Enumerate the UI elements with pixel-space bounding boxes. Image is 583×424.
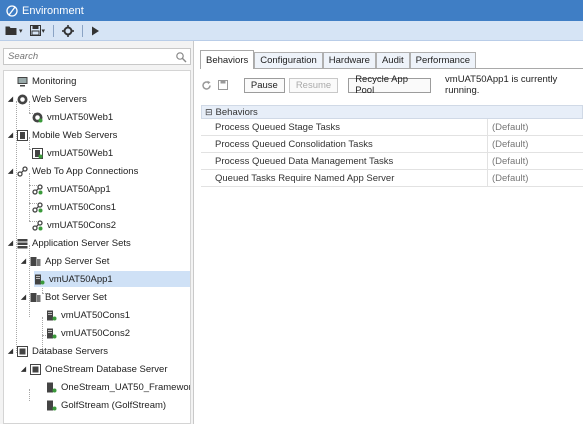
- tree-item-server-vmuat50cons2[interactable]: vmUAT50Cons2: [46, 325, 130, 341]
- search-input[interactable]: [8, 51, 168, 62]
- expand-arrow-icon[interactable]: ◢: [6, 167, 15, 175]
- expand-arrow-icon[interactable]: ◢: [19, 293, 28, 301]
- tree-item-server-vmuat50cons1[interactable]: vmUAT50Cons1: [46, 307, 130, 323]
- tree-item-onestream-database-server[interactable]: ◢ OneStream Database Server: [19, 361, 168, 377]
- tree-item-database-servers[interactable]: ◢ Database Servers: [6, 343, 108, 359]
- tree-item-app-server-set[interactable]: ◢ App Server Set: [19, 253, 110, 269]
- web-server-icon: [17, 94, 28, 104]
- link-icon: [32, 201, 43, 213]
- app-server-icon: [35, 274, 45, 284]
- chevron-down-icon: ▾: [41, 27, 46, 35]
- tree-item-mobile-vmuat50web1[interactable]: vmUAT50Web1: [32, 145, 113, 161]
- tree-item-mobile-web-servers[interactable]: ◢ Mobile Web Servers: [6, 127, 117, 143]
- db-item-icon: [47, 400, 57, 410]
- property-value[interactable]: (Default): [488, 139, 528, 150]
- app-server-icon: [47, 328, 57, 338]
- db-item-icon: [47, 382, 57, 392]
- pause-button[interactable]: Pause: [243, 77, 285, 93]
- status-text: vmUAT50App1 is currently running.: [445, 74, 558, 96]
- tab-strip: Behaviors Configuration Hardware Audit P…: [200, 49, 583, 69]
- expand-arrow-icon[interactable]: ◢: [19, 365, 28, 373]
- tree-item-conn-vmuat50cons2[interactable]: vmUAT50Cons2: [32, 217, 116, 233]
- mobile-icon: [17, 129, 28, 141]
- property-row[interactable]: Queued Tasks Require Named App Server (D…: [201, 170, 583, 187]
- toolbar: ▾ ▾: [0, 21, 583, 41]
- tree-item-conn-vmuat50app1[interactable]: vmUAT50App1: [32, 181, 111, 197]
- property-value[interactable]: (Default): [488, 173, 528, 184]
- tree-item-web-to-app-connections[interactable]: ◢ Web To App Connections: [6, 163, 139, 179]
- property-grid: ⊟ Behaviors Process Queued Stage Tasks (…: [201, 105, 583, 187]
- tree-item-bot-server-set[interactable]: ◢ Bot Server Set: [19, 289, 107, 305]
- chevron-down-icon: ▾: [19, 27, 23, 35]
- tree-item-application-server-sets[interactable]: ◢ Application Server Sets: [6, 235, 131, 251]
- web-server-icon: [32, 112, 43, 122]
- refresh-button[interactable]: [200, 78, 213, 92]
- tree-item-server-vmuat50app1[interactable]: vmUAT50App1: [34, 271, 190, 287]
- environment-tree: Monitoring ◢ Web Servers vmUAT50Web1 ◢ M…: [3, 70, 191, 424]
- property-name: Process Queued Data Management Tasks: [201, 153, 488, 169]
- save-changes-button[interactable]: [217, 78, 230, 92]
- monitor-icon: [17, 76, 28, 86]
- play-icon: [92, 26, 100, 35]
- server-set-icon: [30, 256, 41, 266]
- expand-arrow-icon[interactable]: ◢: [6, 131, 15, 139]
- database-icon: [30, 363, 41, 375]
- property-name: Queued Tasks Require Named App Server: [201, 170, 488, 186]
- resume-button[interactable]: Resume: [288, 77, 339, 93]
- property-value[interactable]: (Default): [488, 156, 528, 167]
- mobile-icon: [32, 147, 43, 159]
- property-name: Process Queued Consolidation Tasks: [201, 136, 488, 152]
- property-row[interactable]: Process Queued Stage Tasks (Default): [201, 119, 583, 136]
- tab-hardware[interactable]: Hardware: [322, 52, 376, 68]
- recycle-app-pool-button[interactable]: Recycle App Pool: [348, 74, 432, 96]
- property-name: Process Queued Stage Tasks: [201, 119, 488, 135]
- settings-button[interactable]: [60, 23, 76, 39]
- title-bar: Environment: [0, 0, 583, 21]
- property-group-label: Behaviors: [215, 106, 258, 118]
- tree-item-web-servers[interactable]: ◢ Web Servers: [6, 91, 87, 107]
- server-set-icon: [30, 292, 41, 302]
- tab-audit[interactable]: Audit: [375, 52, 410, 68]
- play-button[interactable]: [89, 23, 102, 39]
- search-icon[interactable]: [175, 51, 187, 63]
- link-icon: [32, 219, 43, 231]
- refresh-icon: [202, 80, 211, 90]
- navigation-panel: Monitoring ◢ Web Servers vmUAT50Web1 ◢ M…: [0, 41, 194, 424]
- tree-item-conn-vmuat50cons1[interactable]: vmUAT50Cons1: [32, 199, 116, 215]
- expand-arrow-icon[interactable]: ◢: [6, 347, 15, 355]
- detail-panel: Behaviors Configuration Hardware Audit P…: [196, 41, 583, 424]
- tab-behaviors[interactable]: Behaviors: [200, 50, 255, 69]
- property-row[interactable]: Process Queued Data Management Tasks (De…: [201, 153, 583, 170]
- gear-icon: [62, 24, 75, 37]
- link-icon: [32, 183, 43, 195]
- property-value[interactable]: (Default): [488, 122, 528, 133]
- tab-performance[interactable]: Performance: [409, 52, 476, 68]
- folder-icon: [5, 26, 17, 35]
- tree-item-vmuat50web1[interactable]: vmUAT50Web1: [32, 109, 113, 125]
- toolbar-divider: [82, 24, 84, 37]
- database-icon: [17, 345, 28, 357]
- tree-item-golfstream-db[interactable]: GolfStream (GolfStream): [46, 397, 166, 413]
- search-box[interactable]: [3, 48, 191, 65]
- expand-arrow-icon[interactable]: ◢: [6, 95, 15, 103]
- app-server-icon: [47, 310, 57, 320]
- tree-item-monitoring[interactable]: Monitoring: [6, 73, 76, 89]
- app-logo-icon: [5, 4, 18, 17]
- action-bar: Pause Resume Recycle App Pool vmUAT50App…: [200, 74, 583, 96]
- property-group-header[interactable]: ⊟ Behaviors: [201, 105, 583, 119]
- tab-configuration[interactable]: Configuration: [254, 52, 323, 68]
- window-title: Environment: [22, 4, 84, 17]
- save-icon: [29, 25, 41, 36]
- link-icon: [17, 165, 28, 177]
- expand-arrow-icon[interactable]: ◢: [19, 257, 28, 265]
- save-icon: [218, 80, 229, 90]
- server-sets-icon: [17, 238, 28, 248]
- tree-item-framework-db[interactable]: OneStream_UAT50_Framework (Fra: [46, 379, 190, 395]
- open-folder-button[interactable]: ▾: [3, 23, 25, 39]
- property-row[interactable]: Process Queued Consolidation Tasks (Defa…: [201, 136, 583, 153]
- expand-arrow-icon[interactable]: ◢: [6, 239, 15, 247]
- toolbar-divider: [53, 24, 55, 37]
- collapse-icon[interactable]: ⊟: [205, 107, 213, 118]
- save-button[interactable]: ▾: [28, 23, 48, 39]
